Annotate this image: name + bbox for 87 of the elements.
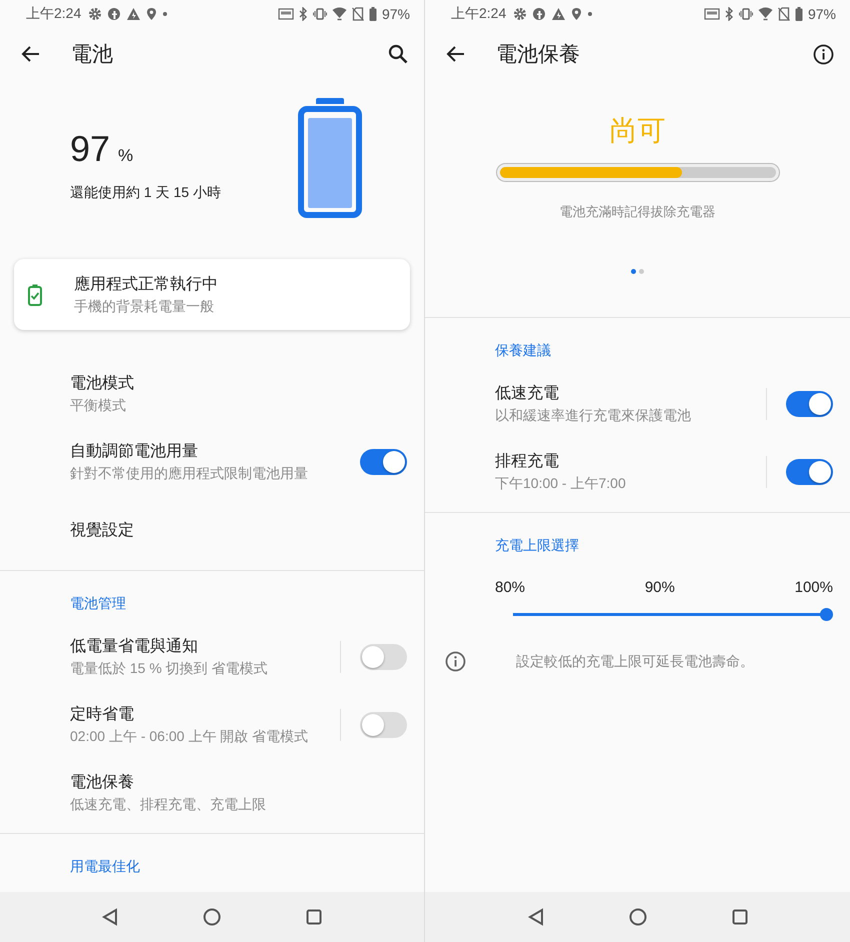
- battery-check-icon: [28, 284, 42, 306]
- dot-icon: [587, 11, 594, 17]
- setting-item[interactable]: 定時省電 02:00 上午 - 06:00 上午 開啟 省電模式: [0, 691, 424, 759]
- section-header: 電池管理: [69, 595, 127, 613]
- back-arrow-icon[interactable]: [445, 45, 465, 63]
- search-icon[interactable]: [388, 44, 408, 64]
- no-sim-icon: [778, 7, 790, 21]
- wifi-icon: [332, 7, 347, 21]
- home-nav-icon[interactable]: [202, 908, 221, 926]
- battery-percentage: 97: [70, 128, 110, 170]
- back-nav-icon[interactable]: [528, 908, 544, 926]
- setting-item[interactable]: 電池模式 平衡模式: [0, 360, 424, 428]
- setting-subtitle: 以和緩速率進行充電來保護電池: [495, 407, 692, 425]
- setting-title: 視覺設定: [70, 520, 135, 540]
- limit-label: 100%: [794, 579, 833, 596]
- app-icon: [532, 7, 546, 21]
- info-icon[interactable]: [813, 44, 834, 64]
- card-title: 應用程式正常執行中: [74, 274, 218, 295]
- section-header: 用電最佳化: [69, 858, 141, 876]
- recents-nav-icon[interactable]: [732, 909, 748, 925]
- setting-item[interactable]: 自動調節電池用量 針對不常使用的應用程式限制電池用量: [0, 428, 424, 496]
- setting-title: 電池保養: [70, 772, 135, 793]
- health-rating: 尚可: [610, 114, 666, 148]
- setting-subtitle: 電量低於 15 % 切換到 省電模式: [70, 660, 269, 678]
- wifi-icon: [758, 7, 773, 21]
- auto-icon: [704, 8, 720, 20]
- triangle-icon: [551, 7, 566, 21]
- setting-title: 自動調節電池用量: [70, 442, 199, 462]
- status-time: 上午2:24: [451, 5, 506, 23]
- toggle-switch[interactable]: [360, 712, 407, 738]
- auto-icon: [278, 8, 294, 20]
- setting-subtitle: 下午10:00 - 上午7:00: [495, 475, 627, 493]
- limit-label: 80%: [495, 579, 526, 596]
- location-icon: [146, 7, 158, 21]
- location-icon: [571, 7, 582, 21]
- status-card[interactable]: 應用程式正常執行中 手機的背景耗電量一般: [14, 259, 410, 330]
- vibrate-icon: [738, 8, 753, 20]
- battery-percent: 97%: [382, 6, 410, 22]
- section-header: 保養建議: [494, 342, 552, 360]
- setting-title: 定時省電: [70, 704, 135, 725]
- page-dot[interactable]: [631, 269, 636, 274]
- limit-label: 90%: [644, 579, 675, 596]
- health-caption: 電池充滿時記得拔除充電器: [560, 203, 716, 221]
- back-arrow-icon[interactable]: [20, 45, 40, 63]
- toggle-switch[interactable]: [786, 391, 833, 417]
- status-time: 上午2:24: [26, 5, 82, 23]
- battery-terminal: [316, 98, 344, 104]
- setting-title: 排程充電: [495, 452, 560, 472]
- setting-item[interactable]: 視覺設定: [0, 496, 424, 564]
- app-icon: [107, 7, 122, 21]
- setting-item[interactable]: 排程充電 下午10:00 - 上午7:00: [425, 438, 850, 506]
- toggle-switch[interactable]: [360, 449, 407, 475]
- remaining-time: 還能使用約 1 天 15 小時: [70, 184, 222, 202]
- toggle-switch[interactable]: [786, 459, 833, 485]
- no-sim-icon: [352, 7, 364, 21]
- screen-title: 電池保養: [496, 42, 580, 68]
- setting-subtitle: 平衡模式: [70, 397, 127, 415]
- back-nav-icon[interactable]: [102, 908, 118, 926]
- bluetooth-icon: [298, 7, 308, 21]
- setting-item[interactable]: 低電量省電與通知 電量低於 15 % 切換到 省電模式: [0, 623, 424, 691]
- info-icon: [445, 651, 466, 672]
- setting-title: 低電量省電與通知: [70, 636, 199, 657]
- percent-unit: %: [118, 146, 134, 166]
- setting-item[interactable]: 低速充電 以和緩速率進行充電來保護電池: [425, 370, 850, 438]
- setting-title: 低速充電: [495, 384, 560, 404]
- gear-icon: [88, 7, 102, 21]
- setting-subtitle: 低速充電、排程充電、充電上限: [70, 796, 267, 814]
- info-note: 設定較低的充電上限可延長電池壽命。: [516, 652, 754, 670]
- setting-subtitle: 針對不常使用的應用程式限制電池用量: [70, 465, 309, 483]
- battery-percent: 97%: [808, 6, 836, 22]
- vibrate-icon: [312, 8, 327, 20]
- toggle-switch[interactable]: [360, 644, 407, 670]
- setting-subtitle: 02:00 上午 - 06:00 上午 開啟 省電模式: [70, 728, 310, 746]
- card-subtitle: 手機的背景耗電量一般: [74, 298, 215, 316]
- page-dot[interactable]: [639, 269, 644, 274]
- recents-nav-icon[interactable]: [306, 909, 322, 925]
- dot-icon: [162, 11, 168, 17]
- gear-icon: [513, 7, 528, 21]
- bluetooth-icon: [724, 7, 734, 21]
- screen-title: 電池: [71, 42, 113, 68]
- setting-title: 電池模式: [70, 374, 135, 394]
- section-header: 充電上限選擇: [494, 537, 580, 555]
- battery-status-icon: [368, 7, 377, 21]
- setting-item[interactable]: 電池保養 低速充電、排程充電、充電上限: [0, 759, 424, 827]
- triangle-icon: [126, 7, 142, 21]
- battery-status-icon: [794, 7, 803, 21]
- home-nav-icon[interactable]: [628, 908, 646, 926]
